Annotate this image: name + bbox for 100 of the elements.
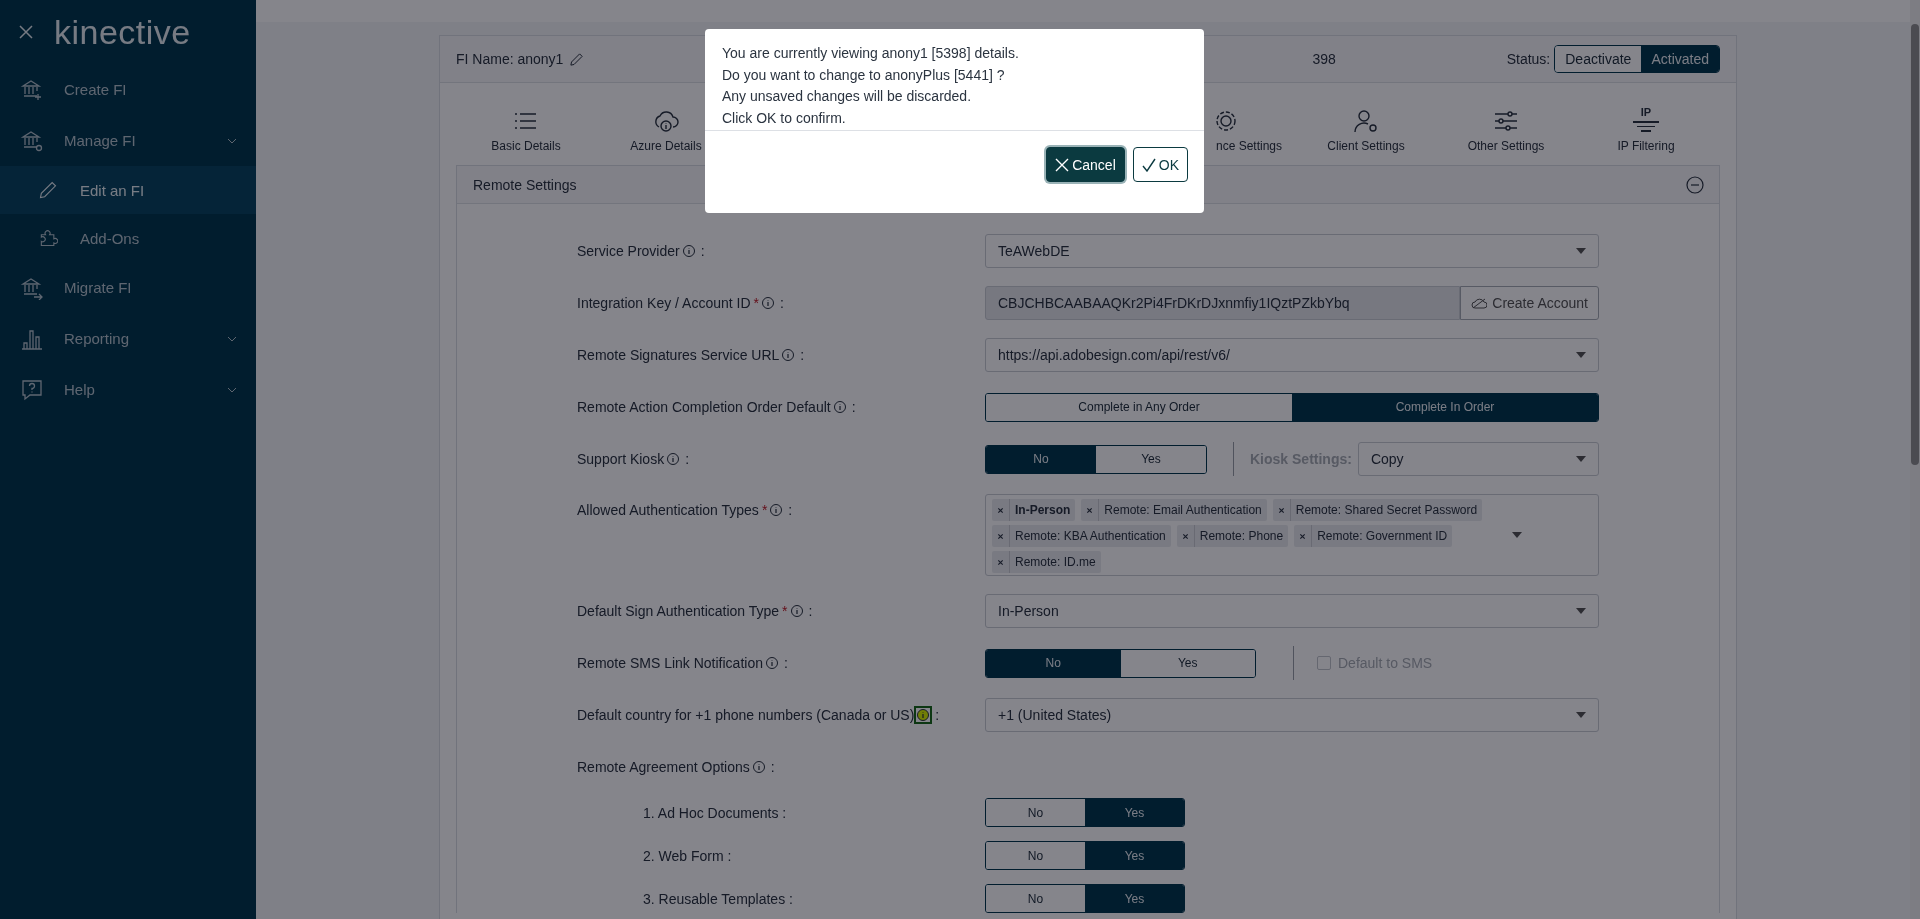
toggle-option[interactable]: Yes — [1085, 799, 1184, 826]
field-label: Allowed Authentication Types — [577, 502, 759, 518]
pencil-icon[interactable] — [569, 51, 585, 67]
panel-title: Remote Settings — [473, 176, 577, 193]
field-label: Default Sign Authentication Type — [577, 603, 780, 619]
tab[interactable]: Client Settings — [1296, 107, 1436, 161]
info-icon[interactable] — [666, 452, 681, 466]
scrollbar[interactable] — [1910, 0, 1920, 919]
cancel-button[interactable]: Cancel — [1046, 147, 1125, 182]
colon: : — [808, 603, 813, 619]
toggle-option[interactable]: Yes — [1085, 842, 1184, 869]
multi-select-field[interactable]: In-Person Remote: Email Authentication Remote: Shared Secret Password Remote: KBA Authentication Remote: Phone Remote: Government ID Remote: ID.me — [985, 494, 1599, 576]
remove-icon[interactable] — [1181, 532, 1189, 540]
required-asterisk: * — [753, 295, 759, 311]
dialog-text: Do you want to change to anonyPlus [5441] ? — [722, 65, 1006, 85]
tab[interactable]: Basic Details — [456, 107, 596, 161]
dialog-text: You are currently viewing anony1 [5398] details. — [722, 44, 1020, 63]
user-gear-icon — [1352, 107, 1380, 135]
colon: : — [783, 655, 788, 671]
info-icon[interactable] — [789, 604, 804, 618]
ok-button[interactable]: OK — [1132, 147, 1188, 182]
close-icon[interactable] — [18, 24, 34, 40]
tab[interactable]: Other Settings — [1436, 107, 1576, 161]
status-label: Status: — [1506, 51, 1551, 67]
check-icon — [1141, 157, 1156, 172]
toggle-option[interactable]: No — [986, 649, 1121, 677]
tag: Remote: Phone — [1176, 525, 1289, 547]
tab[interactable]: IP IP Filtering — [1576, 107, 1716, 161]
nav-item[interactable]: Migrate FI — [0, 262, 256, 313]
field-label: Remote Agreement Options — [577, 759, 750, 775]
remove-icon[interactable] — [997, 532, 1004, 540]
field-label: 1. Ad Hoc Documents : — [642, 804, 788, 821]
info-icon[interactable] — [916, 708, 931, 722]
remove-icon[interactable] — [1277, 506, 1285, 514]
field-label: Remote SMS Link Notification — [577, 655, 763, 671]
colon: : — [800, 347, 805, 363]
field-label: Remote Action Completion Order Default — [577, 399, 831, 415]
tag: Remote: KBA Authentication — [992, 525, 1171, 547]
status-option[interactable]: Activated — [1641, 46, 1719, 72]
dialog-text: Click OK to confirm. — [722, 108, 847, 128]
select-field[interactable]: TeAWebDE — [985, 234, 1599, 268]
required-asterisk: * — [761, 502, 768, 518]
nav-item[interactable]: Create FI — [0, 64, 256, 115]
remove-icon[interactable] — [997, 558, 1004, 566]
field-label: 2. Web Form : — [642, 847, 733, 864]
info-icon[interactable] — [781, 348, 796, 362]
remove-icon[interactable] — [997, 506, 1004, 514]
required-asterisk: * — [782, 603, 788, 619]
field-label: Support Kiosk — [577, 451, 665, 467]
fi-name: FI Name: anony1 — [456, 51, 564, 67]
info-icon[interactable] — [761, 296, 775, 310]
remove-icon[interactable] — [1299, 532, 1307, 540]
fi-id: 398 — [1312, 51, 1336, 67]
info-icon[interactable] — [832, 400, 847, 414]
field-label: Integration Key / Account ID — [577, 295, 751, 311]
select-field[interactable]: In-Person — [985, 594, 1599, 628]
input-field[interactable]: CBJCHBCAABAAQKr2Pi4FrDKrDJxnmfiy1IQztPZkbYbq — [985, 286, 1461, 320]
select-field[interactable]: https://api.adobesign.com/api/rest/v6/ — [985, 338, 1599, 372]
logo: kinective — [54, 12, 191, 52]
select-field[interactable]: Copy — [1357, 442, 1599, 476]
toggle-option[interactable]: No — [986, 445, 1096, 473]
status-option[interactable]: Deactivate — [1555, 46, 1642, 72]
field-label: Service Provider — [577, 243, 680, 259]
info-icon[interactable] — [764, 656, 779, 670]
field-label: 3. Reusable Templates : — [642, 890, 794, 907]
nav-subitem[interactable]: Edit an FI — [0, 166, 256, 214]
segment-option[interactable]: Complete In Order — [1292, 393, 1598, 421]
field-label: Default country for +1 phone numbers (Canada or US) — [577, 707, 915, 723]
tag: Remote: Email Authentication — [1081, 499, 1267, 521]
tag: Remote: Government ID — [1294, 525, 1453, 547]
nav-item[interactable]: Reporting — [0, 313, 256, 364]
caret-icon — [1576, 712, 1586, 718]
caret-icon — [1512, 532, 1522, 538]
info-icon[interactable] — [751, 760, 766, 774]
colon: : — [780, 295, 784, 311]
field-label: Remote Signatures Service URL — [577, 347, 780, 363]
tag: In-Person — [992, 499, 1076, 521]
caret-icon — [1576, 608, 1586, 614]
close-icon — [1055, 157, 1070, 172]
nav-item[interactable]: Manage FI — [0, 115, 256, 166]
pencil-icon — [38, 180, 58, 200]
nav-subitem[interactable]: Add-Ons — [0, 214, 256, 262]
puzzle-icon — [38, 228, 58, 248]
info-icon[interactable] — [769, 503, 784, 517]
colon: : — [685, 451, 690, 467]
info-icon[interactable] — [681, 244, 696, 258]
remove-icon[interactable] — [1086, 506, 1094, 514]
help-icon — [20, 377, 44, 402]
toggle-option[interactable]: Yes — [1085, 885, 1184, 912]
collapse-icon[interactable] — [1685, 174, 1705, 195]
colon: : — [851, 399, 856, 415]
create-account-button[interactable]: Create Account — [1460, 286, 1599, 320]
caret-icon — [1576, 248, 1586, 254]
dialog-text: Any unsaved changes will be discarded. — [722, 87, 973, 106]
colon: : — [788, 502, 793, 518]
colon: : — [770, 759, 775, 775]
nav-item[interactable]: Help — [0, 364, 256, 415]
select-field[interactable]: +1 (United States) — [985, 698, 1599, 732]
caret-icon — [1576, 352, 1586, 358]
tag: Remote: Shared Secret Password — [1272, 499, 1483, 521]
